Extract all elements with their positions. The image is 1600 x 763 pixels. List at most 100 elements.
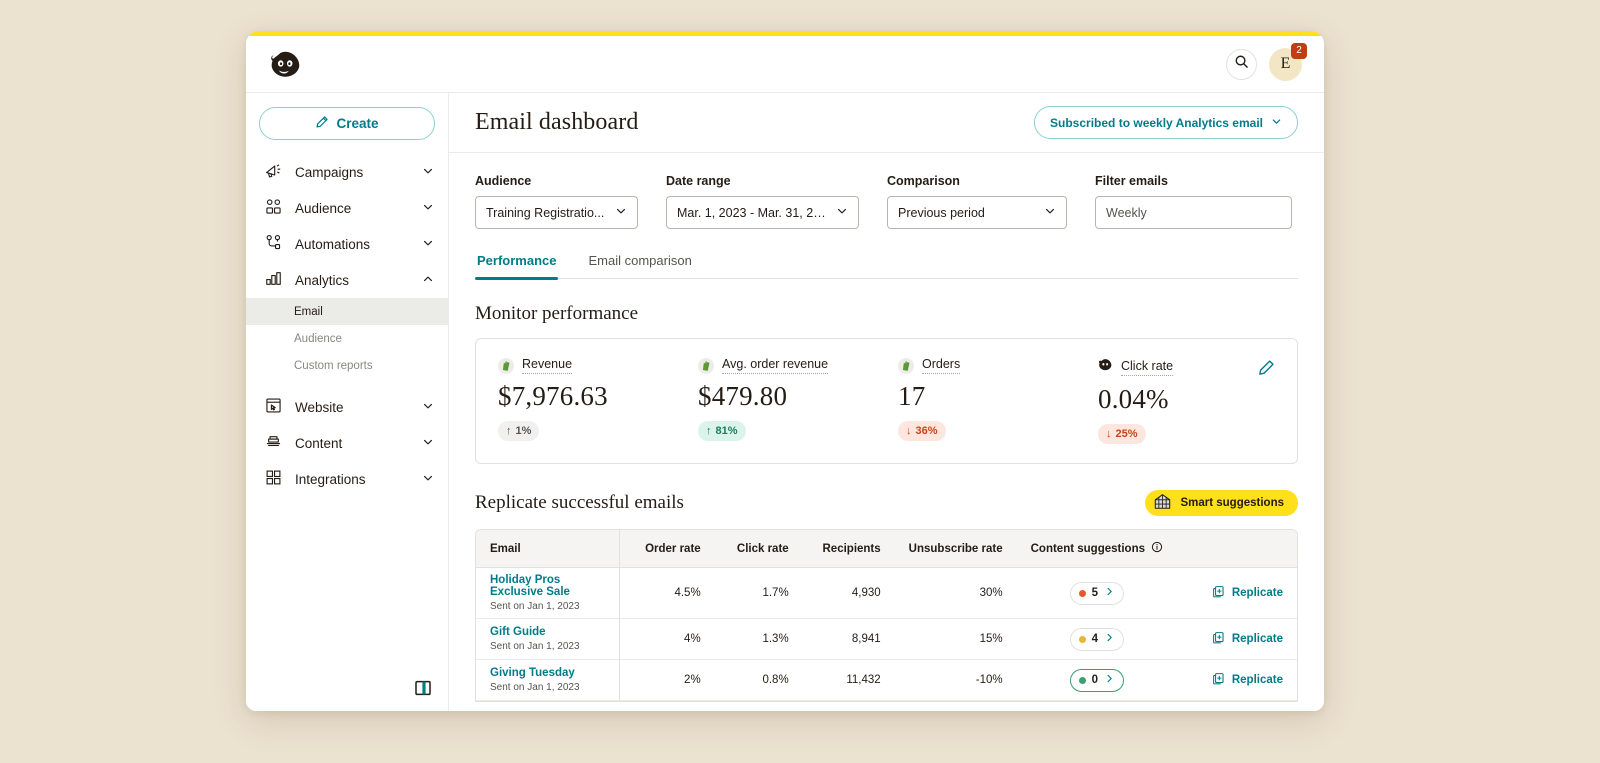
content-suggestions-pill[interactable]: 0	[1069, 668, 1125, 692]
sidebar-item-integrations[interactable]: Integrations	[246, 461, 448, 497]
sidebar-subitem-custom-reports[interactable]: Custom reports	[246, 352, 448, 379]
sidebar-item-content[interactable]: Content	[246, 425, 448, 461]
chevron-down-icon	[615, 205, 627, 220]
unsubscribe-rate-cell: 30%	[894, 568, 1017, 619]
info-icon[interactable]	[1151, 541, 1163, 556]
recipients-cell: 8,941	[802, 619, 895, 660]
mailchimp-freddie-logo-icon	[269, 47, 303, 81]
sidebar-subitem-email[interactable]: Email	[246, 298, 448, 325]
replicate-button-label: Replicate	[1231, 674, 1283, 686]
click-rate-cell: 1.7%	[714, 568, 803, 619]
website-window-icon	[264, 396, 283, 418]
automations-flow-icon	[264, 233, 283, 255]
grid-squares-icon	[264, 468, 283, 490]
page-header: Email dashboard Subscribed to weekly Ana…	[449, 93, 1324, 153]
sidebar-item-automations[interactable]: Automations	[246, 226, 448, 262]
mailchimp-icon	[1098, 357, 1113, 377]
email-cell: Giving Tuesday Sent on Jan 1, 2023	[476, 660, 620, 701]
email-link[interactable]: Gift Guide	[490, 626, 605, 638]
email-link[interactable]: Giving Tuesday	[490, 667, 605, 679]
sidebar-subitem-audience[interactable]: Audience	[246, 325, 448, 352]
table-header: Email Order rate Click rate Recipients U…	[476, 530, 1297, 568]
filter-bar: Audience Training Registratio... Date ra…	[475, 153, 1298, 229]
content-suggestions-pill[interactable]: 4	[1069, 627, 1125, 651]
tab-performance[interactable]: Performance	[475, 253, 559, 280]
column-header-content-suggestions-label: Content suggestions	[1030, 542, 1145, 555]
sidebar-item-label: Integrations	[295, 471, 366, 487]
duplicate-icon	[1212, 585, 1225, 601]
subscribe-analytics-email-button[interactable]: Subscribed to weekly Analytics email	[1034, 106, 1298, 139]
sidebar-item-label: Website	[295, 399, 344, 415]
notification-badge[interactable]: 2	[1291, 42, 1307, 59]
metric-delta-value: 1%	[515, 425, 532, 437]
content-suggestions-cell: 0	[1016, 660, 1177, 701]
content-suggestions-count: 4	[1091, 633, 1099, 645]
tab-bar: Performance Email comparison	[475, 253, 1298, 280]
email-sent-date: Sent on Jan 1, 2023	[490, 601, 580, 612]
sidebar-item-website[interactable]: Website	[246, 389, 448, 425]
email-sent-date: Sent on Jan 1, 2023	[490, 682, 580, 693]
metric-delta: ↑ 81%	[698, 421, 746, 441]
table-row[interactable]: Giving Tuesday Sent on Jan 1, 2023 2% 0.…	[476, 660, 1297, 701]
content-suggestions-pill[interactable]: 5	[1069, 581, 1125, 605]
chevron-down-icon	[422, 436, 434, 451]
metric-label: Click rate	[1121, 359, 1174, 376]
create-button[interactable]: Create	[259, 107, 435, 140]
recipients-cell: 4,930	[802, 568, 895, 619]
action-cell: Replicate	[1177, 619, 1297, 660]
search-icon	[1234, 54, 1249, 74]
account-menu[interactable]: E 2	[1269, 42, 1307, 81]
table-body: Holiday Pros Exclusive Sale Sent on Jan …	[476, 568, 1297, 701]
edit-pencil-icon	[1258, 360, 1275, 380]
tab-email-comparison[interactable]: Email comparison	[586, 253, 693, 278]
table-row[interactable]: Gift Guide Sent on Jan 1, 2023 4% 1.3% 8…	[476, 619, 1297, 660]
metric-value: $479.80	[698, 381, 788, 411]
metric-delta: ↑ 1%	[498, 421, 540, 441]
smart-suggestions-button[interactable]: Smart suggestions	[1145, 490, 1298, 516]
email-sent-date: Sent on Jan 1, 2023	[490, 641, 580, 652]
sidebar-item-label: Content	[295, 435, 343, 451]
collapse-panel-icon[interactable]	[414, 679, 432, 697]
chevron-down-icon	[422, 201, 434, 216]
email-link[interactable]: Holiday Pros Exclusive Sale	[490, 574, 605, 598]
table-header-row: Email Order rate Click rate Recipients U…	[476, 530, 1297, 568]
chevron-up-icon	[422, 273, 434, 288]
replicate-button-label: Replicate	[1231, 633, 1283, 645]
comparison-select[interactable]: Previous period	[887, 196, 1067, 229]
replicate-heading: Replicate successful emails	[475, 492, 684, 513]
click-rate-cell: 1.3%	[714, 619, 803, 660]
shopify-icon	[898, 357, 914, 374]
content-suggestions-count: 5	[1091, 587, 1099, 599]
email-cell: Gift Guide Sent on Jan 1, 2023	[476, 619, 620, 660]
filter-comparison-label: Comparison	[887, 174, 960, 188]
replicate-button[interactable]: Replicate	[1212, 585, 1283, 601]
click-rate-cell: 0.8%	[714, 660, 803, 701]
status-dot-icon	[1078, 676, 1086, 684]
sidebar-item-campaigns[interactable]: Campaigns	[246, 154, 448, 190]
sidebar-subitem-label: Audience	[294, 332, 342, 345]
table-row[interactable]: Holiday Pros Exclusive Sale Sent on Jan …	[476, 568, 1297, 619]
chevron-right-icon	[1104, 673, 1115, 687]
sidebar-item-audience[interactable]: Audience	[246, 190, 448, 226]
replicate-emails-table: Email Order rate Click rate Recipients U…	[475, 529, 1298, 702]
replicate-button[interactable]: Replicate	[1212, 631, 1283, 647]
metric-revenue: Revenue $7,976.63 ↑ 1%	[498, 357, 698, 441]
date-range-select[interactable]: Mar. 1, 2023 - Mar. 31, 2023	[666, 196, 859, 229]
metric-delta-value: 25%	[1115, 428, 1138, 440]
filter-comparison: Comparison Previous period	[887, 174, 1067, 229]
filter-audience: Audience Training Registratio...	[475, 174, 638, 229]
column-header-email: Email	[476, 530, 620, 568]
replicate-button[interactable]: Replicate	[1212, 672, 1283, 688]
metric-value: 17	[898, 381, 926, 411]
edit-metrics-button[interactable]	[1258, 359, 1275, 381]
metric-delta: ↓ 36%	[898, 421, 946, 441]
audience-select[interactable]: Training Registratio...	[475, 196, 638, 229]
content-suggestions-cell: 4	[1016, 619, 1177, 660]
metric-delta: ↓ 25%	[1098, 424, 1146, 444]
filter-emails-input[interactable]: Weekly	[1095, 196, 1292, 229]
search-button[interactable]	[1226, 48, 1257, 80]
smart-suggestions-label: Smart suggestions	[1180, 497, 1284, 509]
sidebar-item-analytics[interactable]: Analytics	[246, 262, 448, 298]
column-header-unsubscribe-rate: Unsubscribe rate	[894, 530, 1017, 568]
filter-date-range-label: Date range	[666, 174, 731, 188]
